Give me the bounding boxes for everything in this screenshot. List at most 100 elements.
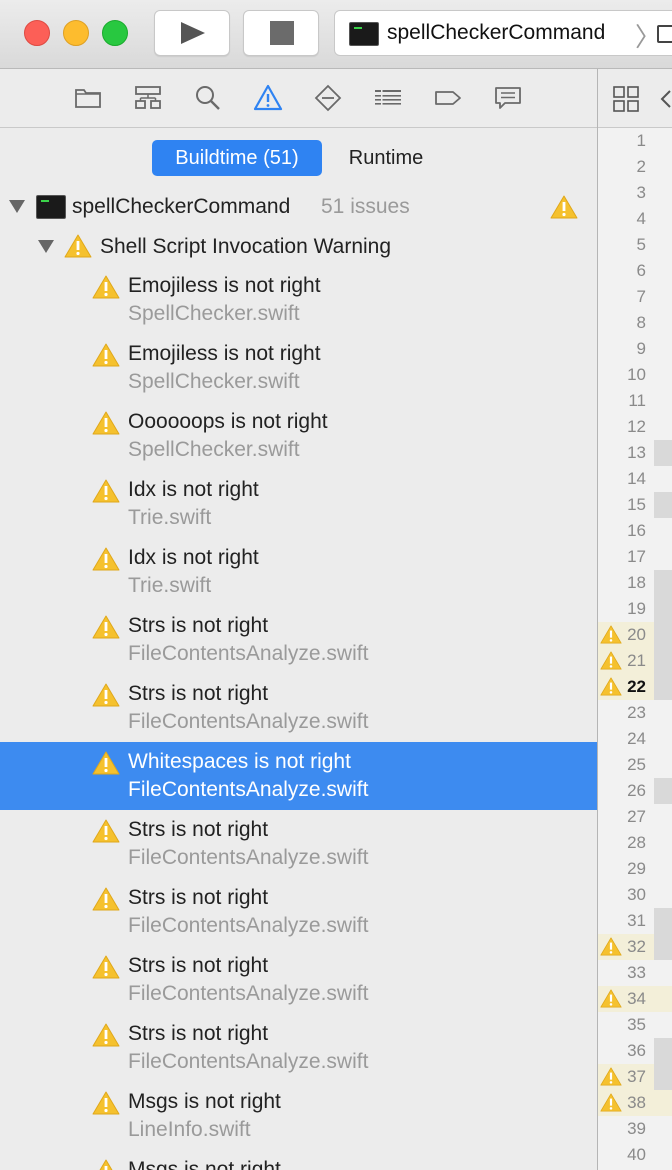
line-number-label: 31 <box>627 911 646 930</box>
line-number[interactable]: 6 <box>598 258 672 284</box>
minimize-window-button[interactable] <box>63 20 89 46</box>
line-number[interactable]: 40 <box>598 1142 672 1168</box>
chevron-left-icon[interactable] <box>658 89 672 109</box>
issue-row[interactable]: Msgs is not rightLineInfo.swift <box>0 1082 597 1150</box>
line-number[interactable]: 34 <box>598 986 672 1012</box>
play-icon <box>181 22 205 44</box>
warning-icon <box>92 615 120 639</box>
warning-icon[interactable] <box>600 650 622 671</box>
line-number-label: 8 <box>636 313 646 332</box>
issue-title: Strs is not right <box>128 886 269 909</box>
line-number[interactable]: 10 <box>598 362 672 388</box>
issue-row[interactable]: Whitespaces is not right FileContentsAnal… <box>0 742 597 810</box>
line-number[interactable]: 2 <box>598 154 672 180</box>
line-number[interactable]: 1 <box>598 128 672 154</box>
issue-row[interactable]: Idx is not right Trie.swift <box>0 538 597 606</box>
list-icon[interactable] <box>373 83 403 113</box>
line-number-label: 18 <box>627 573 646 592</box>
issue-row[interactable]: Strs is not right FileContentsAnalyze.swi… <box>0 674 597 742</box>
close-window-button[interactable] <box>24 20 50 46</box>
group-row[interactable]: Shell Script Invocation Warning <box>0 226 597 266</box>
line-number[interactable]: 29 <box>598 856 672 882</box>
line-number-label: 17 <box>627 547 646 566</box>
line-number[interactable]: 4 <box>598 206 672 232</box>
warning-icon[interactable] <box>600 988 622 1009</box>
line-number-label: 36 <box>627 1041 646 1060</box>
hierarchy-icon[interactable] <box>133 83 163 113</box>
line-number[interactable]: 24 <box>598 726 672 752</box>
line-number[interactable]: 38 <box>598 1090 672 1116</box>
warning-icon <box>99 1159 113 1170</box>
issue-file: FileContentsAnalyze.swift <box>128 914 369 937</box>
folder-icon[interactable] <box>73 83 103 113</box>
issue-file: SpellChecker.swift <box>128 370 300 393</box>
related-items-icon[interactable] <box>612 85 640 113</box>
group-title: Shell Script Invocation Warning <box>100 235 392 258</box>
warning-icon[interactable] <box>600 676 622 697</box>
search-icon[interactable] <box>193 83 223 113</box>
issue-row[interactable]: Strs is not right FileContentsAnalyze.swi… <box>0 606 597 674</box>
line-number[interactable]: 7 <box>598 284 672 310</box>
issue-row[interactable]: Oooooops is not right SpellChecker.swift <box>0 402 597 470</box>
warning-icon <box>92 955 120 979</box>
line-number-label: 2 <box>636 157 646 176</box>
editor-shade <box>654 908 672 960</box>
buildtime-tab[interactable]: Buildtime (51) <box>152 140 322 176</box>
line-number[interactable]: 9 <box>598 336 672 362</box>
line-number[interactable]: 16 <box>598 518 672 544</box>
breakpoint-diamond-icon[interactable] <box>313 83 343 113</box>
scheme-label: spellCheckerCommand <box>387 21 606 44</box>
line-number[interactable]: 35 <box>598 1012 672 1038</box>
line-number[interactable]: 30 <box>598 882 672 908</box>
warning-icon <box>92 751 120 775</box>
issue-row[interactable]: Strs is not right FileContentsAnalyze.swi… <box>0 810 597 878</box>
line-number-label: 26 <box>627 781 646 800</box>
line-number[interactable]: 25 <box>598 752 672 778</box>
device-icon <box>657 25 672 43</box>
line-number[interactable]: 39 <box>598 1116 672 1142</box>
line-number[interactable]: 27 <box>598 804 672 830</box>
line-number-label: 9 <box>636 339 646 358</box>
warning-icon <box>92 819 120 843</box>
issue-row[interactable]: Msgs is not rightLineInfo.swift <box>0 1150 597 1170</box>
line-number[interactable]: 5 <box>598 232 672 258</box>
stop-button[interactable] <box>243 10 319 56</box>
line-number-label: 3 <box>636 183 646 202</box>
project-row[interactable]: spellCheckerCommand 51 issues <box>0 186 597 226</box>
line-number[interactable]: 23 <box>598 700 672 726</box>
issue-row[interactable]: Strs is not right FileContentsAnalyze.swi… <box>0 1014 597 1082</box>
line-number[interactable]: 14 <box>598 466 672 492</box>
issue-title: Strs is not right <box>128 682 269 705</box>
issue-file: FileContentsAnalyze.swift <box>128 710 369 733</box>
line-number[interactable]: 17 <box>598 544 672 570</box>
line-number[interactable]: 28 <box>598 830 672 856</box>
disclosure-triangle-icon[interactable] <box>38 240 54 253</box>
line-number-label: 21 <box>627 651 646 670</box>
warning-icon <box>64 234 92 258</box>
run-button[interactable] <box>154 10 230 56</box>
warning-icon[interactable] <box>253 83 283 113</box>
line-number[interactable]: 8 <box>598 310 672 336</box>
issue-row[interactable]: Idx is not right Trie.swift <box>0 470 597 538</box>
zoom-window-button[interactable] <box>102 20 128 46</box>
issue-row[interactable]: Emojiless is not right SpellChecker.swift <box>0 266 597 334</box>
stop-icon <box>270 21 294 45</box>
scheme-selector[interactable]: spellCheckerCommand 〉 <box>334 10 672 56</box>
warning-icon[interactable] <box>600 1092 622 1113</box>
line-number[interactable]: 33 <box>598 960 672 986</box>
tag-icon[interactable] <box>433 83 463 113</box>
line-number-label: 16 <box>627 521 646 540</box>
message-icon[interactable] <box>493 83 523 113</box>
line-number[interactable]: 3 <box>598 180 672 206</box>
line-number[interactable]: 11 <box>598 388 672 414</box>
issue-row[interactable]: Strs is not right FileContentsAnalyze.swi… <box>0 946 597 1014</box>
runtime-tab[interactable]: Runtime <box>330 140 442 176</box>
issue-row[interactable]: Strs is not right FileContentsAnalyze.swi… <box>0 878 597 946</box>
warning-icon[interactable] <box>600 936 622 957</box>
line-number[interactable]: 12 <box>598 414 672 440</box>
issue-tree: spellCheckerCommand 51 issues Shell Scri… <box>0 186 597 1170</box>
warning-icon[interactable] <box>600 1066 622 1087</box>
disclosure-triangle-icon[interactable] <box>9 200 25 213</box>
warning-icon[interactable] <box>600 624 622 645</box>
issue-row[interactable]: Emojiless is not right SpellChecker.swift <box>0 334 597 402</box>
